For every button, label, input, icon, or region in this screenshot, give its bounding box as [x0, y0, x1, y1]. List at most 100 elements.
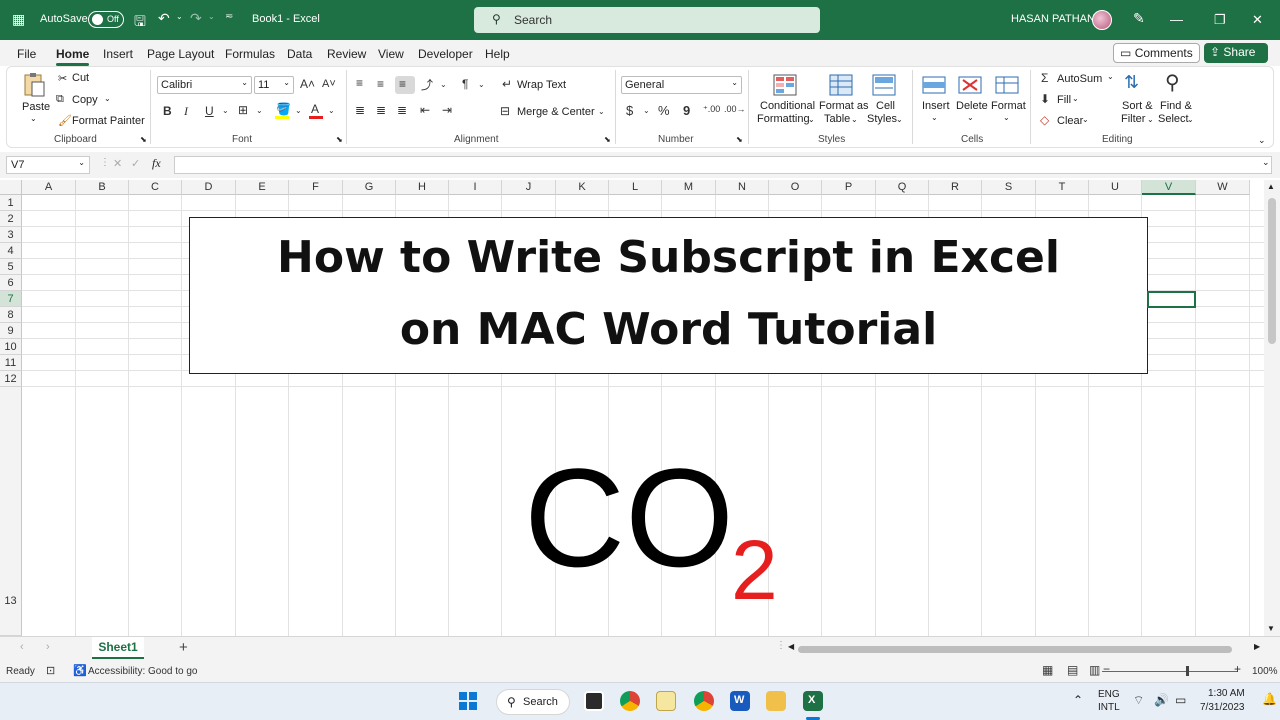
- align-middle-icon[interactable]: ≡: [377, 77, 384, 91]
- merge-dropdown-icon[interactable]: ⌄: [598, 107, 605, 116]
- delete-cells-icon[interactable]: [958, 74, 982, 96]
- format-cells-icon[interactable]: [995, 74, 1019, 96]
- decrease-font-icon[interactable]: A˅: [322, 78, 336, 90]
- enter-icon[interactable]: ✓: [131, 157, 140, 170]
- sort-filter-line2[interactable]: Filter: [1121, 113, 1145, 125]
- find-select-line1[interactable]: Find &: [1160, 100, 1192, 112]
- row-header-12[interactable]: 12: [0, 371, 22, 387]
- font-launcher-icon[interactable]: ⬊: [336, 135, 343, 144]
- font-color-dropdown-icon[interactable]: ⌄: [328, 106, 335, 115]
- volume-icon[interactable]: 🔊: [1154, 693, 1169, 707]
- row-header-7[interactable]: 7: [0, 291, 22, 307]
- borders-dropdown-icon[interactable]: ⌄: [256, 106, 263, 115]
- format-painter-button[interactable]: Format Painter: [72, 115, 145, 127]
- row-header-8[interactable]: 8: [0, 307, 22, 323]
- scroll-down-icon[interactable]: ▼: [1267, 624, 1275, 633]
- increase-decimal-icon[interactable]: ⁺.00: [703, 104, 720, 115]
- clock-date[interactable]: 7/31/2023: [1200, 702, 1245, 713]
- column-header-b[interactable]: B: [76, 180, 129, 195]
- column-header-g[interactable]: G: [343, 180, 396, 195]
- chevron-down-icon[interactable]: ⌄: [1187, 115, 1194, 124]
- zoom-slider[interactable]: [1102, 671, 1238, 672]
- clipboard-launcher-icon[interactable]: ⬊: [140, 135, 147, 144]
- copy-dropdown-icon[interactable]: ⌄: [104, 94, 111, 103]
- chevron-down-icon[interactable]: ⌄: [1003, 113, 1010, 122]
- column-header-p[interactable]: P: [822, 180, 876, 195]
- align-right-icon[interactable]: ≣: [397, 103, 407, 117]
- menu-insert[interactable]: Insert: [103, 47, 133, 61]
- align-bottom-button[interactable]: ≡: [395, 76, 415, 94]
- clear-dropdown-icon[interactable]: ⌄: [1082, 115, 1089, 124]
- paragraph-dropdown-icon[interactable]: ⌄: [478, 80, 485, 89]
- name-box[interactable]: V7 ⌄: [6, 156, 90, 174]
- menu-file[interactable]: File: [17, 47, 36, 61]
- orientation-icon[interactable]: ⤴: [421, 76, 433, 93]
- column-header-a[interactable]: A: [22, 180, 76, 195]
- redo-icon[interactable]: ↷: [190, 10, 202, 27]
- column-header-n[interactable]: N: [716, 180, 769, 195]
- windows-start-icon[interactable]: [458, 691, 478, 711]
- row-header-1[interactable]: 1: [0, 195, 22, 211]
- task-view-icon[interactable]: [584, 691, 604, 711]
- save-icon[interactable]: 🖫: [134, 11, 146, 35]
- row-header-3[interactable]: 3: [0, 227, 22, 243]
- column-header-c[interactable]: C: [129, 180, 182, 195]
- zoom-slider-thumb[interactable]: [1186, 666, 1189, 676]
- orientation-dropdown-icon[interactable]: ⌄: [440, 80, 447, 89]
- minimize-icon[interactable]: —: [1170, 12, 1183, 27]
- cell-styles-line2[interactable]: Styles: [867, 113, 897, 125]
- wifi-icon[interactable]: ⌔: [1133, 693, 1144, 708]
- autosum-button[interactable]: AutoSum: [1057, 73, 1102, 85]
- horizontal-scroll-thumb[interactable]: [798, 646, 1232, 653]
- share-button[interactable]: ⇪ Share: [1204, 43, 1268, 63]
- row-header-10[interactable]: 10: [0, 339, 22, 355]
- decrease-decimal-icon[interactable]: .00→: [724, 104, 746, 114]
- format-button[interactable]: Format: [991, 100, 1026, 112]
- sort-filter-line1[interactable]: Sort &: [1122, 100, 1153, 112]
- column-header-k[interactable]: K: [556, 180, 609, 195]
- bold-button[interactable]: B: [163, 104, 172, 118]
- clear-button[interactable]: Clear: [1057, 115, 1083, 127]
- select-all-corner[interactable]: [0, 180, 22, 195]
- notepad-icon[interactable]: [656, 691, 676, 711]
- row-header-5[interactable]: 5: [0, 259, 22, 275]
- active-cell-v7[interactable]: [1147, 291, 1196, 308]
- column-header-t[interactable]: T: [1036, 180, 1089, 195]
- expand-formula-icon[interactable]: ⌄: [1262, 157, 1270, 168]
- percent-button[interactable]: %: [658, 103, 670, 118]
- column-header-d[interactable]: D: [182, 180, 236, 195]
- accessibility-status[interactable]: Accessibility: Good to go: [88, 666, 198, 677]
- fill-button[interactable]: Fill: [1057, 94, 1071, 106]
- customize-toolbar-icon[interactable]: ≂: [225, 11, 233, 22]
- menu-developer[interactable]: Developer: [418, 47, 473, 61]
- number-format-combo[interactable]: General ⌄: [621, 76, 742, 94]
- clock-time[interactable]: 1:30 AM: [1208, 688, 1245, 699]
- chrome-profile-icon[interactable]: [694, 691, 714, 711]
- collapse-ribbon-icon[interactable]: ⌄: [1258, 135, 1266, 146]
- alignment-launcher-icon[interactable]: ⬊: [604, 135, 611, 144]
- redo-dropdown-icon[interactable]: ⌄: [208, 12, 215, 21]
- chevron-down-icon[interactable]: ⌄: [931, 113, 938, 122]
- row-header-11[interactable]: 11: [0, 355, 22, 371]
- fx-icon[interactable]: fx: [152, 156, 161, 171]
- insert-cells-icon[interactable]: [922, 74, 946, 96]
- sheet-tab-sheet1[interactable]: Sheet1: [92, 637, 144, 659]
- menu-data[interactable]: Data: [287, 47, 312, 61]
- scroll-thumb[interactable]: [1268, 198, 1276, 344]
- row-header-4[interactable]: 4: [0, 243, 22, 259]
- column-header-o[interactable]: O: [769, 180, 822, 195]
- column-header-h[interactable]: H: [396, 180, 449, 195]
- column-header-u[interactable]: U: [1089, 180, 1142, 195]
- format-as-table-icon[interactable]: [829, 74, 853, 96]
- increase-font-icon[interactable]: A˄: [300, 77, 315, 91]
- find-select-line2[interactable]: Select: [1158, 113, 1189, 125]
- column-header-v[interactable]: V: [1142, 180, 1196, 195]
- delete-button[interactable]: Delete: [956, 100, 988, 112]
- italic-button[interactable]: I: [184, 104, 188, 119]
- copy-button[interactable]: Copy: [72, 94, 98, 106]
- notification-icon[interactable]: 🔔: [1262, 692, 1277, 706]
- title-textbox[interactable]: How to Write Subscript in Excel on MAC W…: [189, 217, 1148, 374]
- normal-view-icon[interactable]: ▦: [1042, 663, 1053, 677]
- column-header-q[interactable]: Q: [876, 180, 929, 195]
- avatar[interactable]: [1092, 10, 1112, 30]
